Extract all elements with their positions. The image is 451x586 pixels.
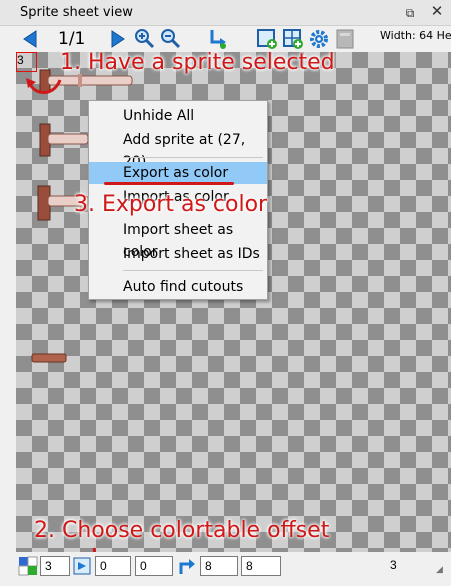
menu-item-add-sprite[interactable]: Add sprite at (27, 20) (89, 129, 267, 170)
title-bar: Sprite sheet view ⧉ ✕ (0, 0, 451, 26)
sprite-4[interactable] (30, 352, 70, 366)
menu-item-unhide-all[interactable]: Unhide All (89, 105, 267, 127)
settings-gear-icon[interactable] (308, 28, 330, 50)
canvas-left-margin (0, 52, 16, 552)
sort-arrow-icon[interactable] (206, 28, 228, 50)
menu-item-import-sheet-as-color[interactable]: Import sheet as color (89, 219, 267, 260)
value-field-5[interactable]: 8 (241, 556, 281, 576)
annotation-arrow-1 (26, 78, 62, 94)
menu-separator (123, 157, 263, 158)
palette-icon[interactable] (18, 556, 38, 576)
next-page-icon[interactable] (106, 28, 128, 50)
width-label: Width: 64 Hei (380, 29, 451, 42)
menu-item-import-sheet-as-ids[interactable]: Import sheet as IDs (89, 243, 267, 265)
toolbar: 1/1 Width: 64 Hei (0, 26, 451, 52)
value-field-2[interactable]: 0 (95, 556, 131, 576)
annotation-underline (104, 182, 234, 185)
resize-grip-icon[interactable]: ◢ (436, 564, 443, 575)
add-sprite-icon[interactable] (256, 28, 278, 50)
page-indicator: 1/1 (58, 29, 86, 49)
sprite-sheet-window: Sprite sheet view ⧉ ✕ 1/1 Width: 64 Hei … (0, 0, 451, 586)
value-field-4[interactable]: 8 (200, 556, 238, 576)
annotation-step2: 2. Choose colortable offset (34, 518, 330, 543)
disabled-export-icon (336, 29, 354, 49)
annotation-step3: 3. Export as color (74, 192, 268, 217)
sprite-count: 3 (390, 558, 397, 572)
swap-arrow-icon[interactable] (177, 556, 197, 576)
previous-page-icon[interactable] (20, 28, 42, 50)
menu-item-auto-find-cutouts[interactable]: Auto find cutouts (89, 276, 267, 298)
zoom-in-icon[interactable] (134, 28, 156, 50)
sprite-2[interactable] (38, 120, 90, 160)
menu-item-export-as-color[interactable]: Export as color (89, 162, 267, 184)
offset-picker-icon[interactable] (72, 556, 92, 576)
colortable-offset-input[interactable]: 3 (40, 556, 70, 576)
add-grid-icon[interactable] (282, 28, 304, 50)
close-icon[interactable]: ✕ (428, 3, 446, 21)
menu-separator (123, 270, 263, 271)
value-field-3[interactable]: 0 (135, 556, 173, 576)
bottom-bar: 3 0 0 8 8 3 ◢ (0, 552, 451, 586)
restore-window-icon[interactable]: ⧉ (402, 5, 418, 21)
zoom-out-icon[interactable] (160, 28, 182, 50)
selected-sprite-number: 3 (17, 53, 24, 67)
window-title: Sprite sheet view (20, 5, 133, 20)
annotation-step1: 1. Have a sprite selected (60, 50, 335, 75)
